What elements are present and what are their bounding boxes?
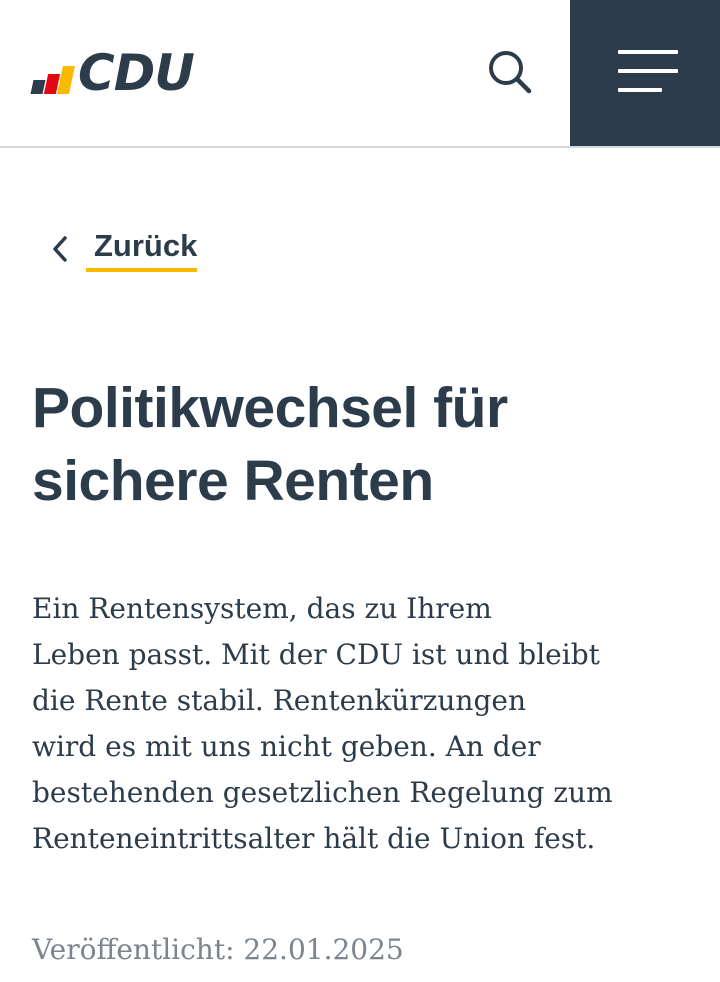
title-line-1: Politikwechsel für xyxy=(32,376,508,440)
published-date: Veröffentlicht: 22.01.2025 xyxy=(32,933,404,966)
body-line: Renteneintrittsalter hält die Union fest… xyxy=(32,822,596,855)
cdu-logo[interactable]: CDU xyxy=(30,44,195,102)
chevron-left-icon xyxy=(53,236,67,262)
body-line: wird es mit uns nicht geben. An der xyxy=(32,730,541,763)
body-line: Leben passt. Mit der CDU ist und bleibt xyxy=(32,638,600,671)
site-header: CDU xyxy=(0,0,720,148)
back-link[interactable]: Zurück xyxy=(52,226,198,276)
body-line: die Rente stabil. Rentenkürzungen xyxy=(32,684,526,717)
search-icon xyxy=(489,51,532,94)
title-line-2: sichere Renten xyxy=(32,449,434,513)
search-button[interactable] xyxy=(482,44,538,100)
menu-button[interactable] xyxy=(570,0,720,146)
body-line: bestehenden gesetzlichen Regelung zum xyxy=(32,776,613,809)
article-title: Politikwechsel für sichere Renten xyxy=(32,372,682,518)
body-line: Ein Rentensystem, das zu Ihrem xyxy=(32,592,492,625)
back-label: Zurück xyxy=(86,226,198,272)
logo-bars-icon xyxy=(30,66,75,94)
article-body: Ein Rentensystem, das zu Ihrem Leben pas… xyxy=(32,586,662,862)
logo-text: CDU xyxy=(78,44,195,102)
